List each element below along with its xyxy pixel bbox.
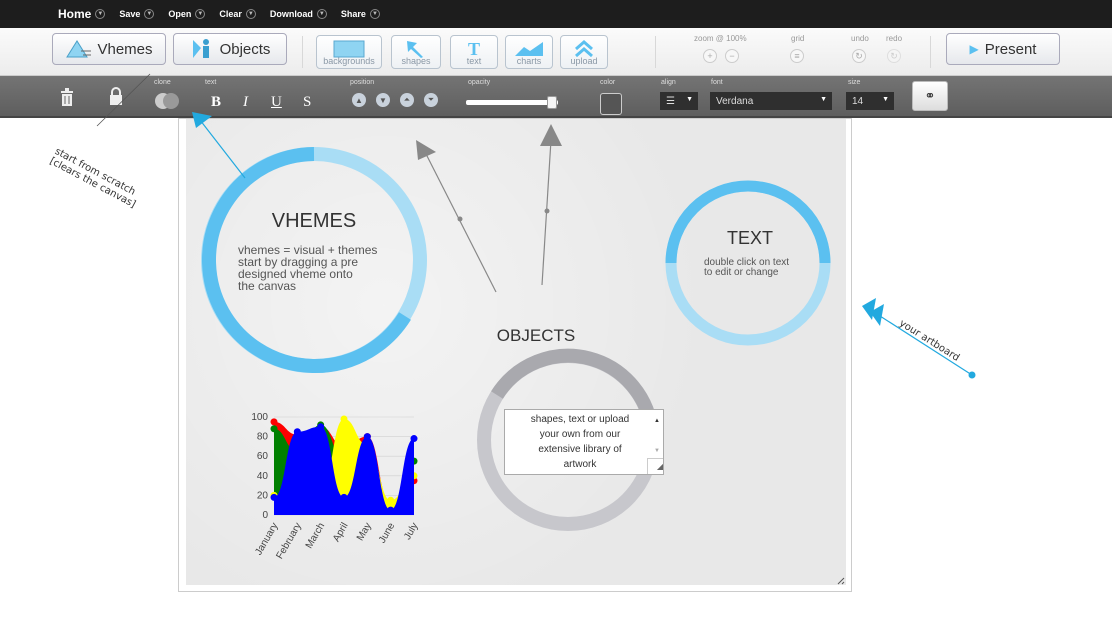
y-tick-label: 20 (257, 490, 269, 501)
arrow-handle[interactable] (544, 208, 550, 214)
vhemes-line: the canvas (238, 279, 297, 293)
annotation-arrow-icon (192, 112, 212, 128)
data-point[interactable] (410, 435, 418, 443)
y-tick-label: 60 (257, 451, 269, 462)
x-tick-label: April (331, 521, 351, 544)
text-description[interactable]: double click on text to edit or change (704, 258, 789, 278)
textbox-line: your own from our (539, 429, 621, 440)
annotation-line (199, 119, 246, 179)
y-tick-label: 0 (262, 510, 268, 521)
arrow-head (416, 140, 436, 160)
y-tick-label: 80 (257, 432, 269, 443)
data-point[interactable] (293, 428, 301, 436)
text-title[interactable]: TEXT (710, 228, 790, 249)
annotation-line (96, 73, 151, 127)
canvas-shapes (96, 73, 976, 585)
data-point[interactable] (363, 433, 371, 441)
text-line: to edit or change (704, 267, 779, 278)
scroll-up-icon[interactable]: ▲ (654, 414, 660, 429)
data-point[interactable] (270, 418, 278, 426)
x-tick-label: June (377, 521, 398, 546)
annotation-dot (968, 371, 976, 379)
textbox-line: artwork (563, 459, 597, 470)
resize-grip-icon[interactable]: ◢ (647, 458, 663, 474)
scroll-down-icon[interactable]: ▼ (654, 444, 660, 459)
data-point[interactable] (387, 496, 395, 504)
data-point[interactable] (340, 493, 348, 501)
text-ring-arc[interactable] (665, 180, 831, 264)
data-point[interactable] (317, 423, 325, 431)
vhemes-title[interactable]: VHEMES (264, 210, 364, 233)
y-tick-label: 100 (251, 412, 268, 423)
arrow-handle[interactable] (457, 216, 463, 222)
textbox-line: shapes, text or upload (530, 414, 630, 425)
objects-textarea[interactable]: shapes, text or upload your own from our… (504, 409, 664, 475)
data-point[interactable] (270, 425, 278, 433)
resize-handle-icon[interactable] (837, 577, 845, 585)
x-tick-label: July (402, 521, 420, 542)
y-tick-label: 40 (257, 471, 269, 482)
vhemes-description[interactable]: vhemes = visual + themes start by draggi… (238, 244, 377, 292)
data-point[interactable] (340, 415, 348, 423)
x-tick-label: March (304, 521, 327, 551)
textbox-line: extensive library of (538, 444, 622, 455)
area-chart[interactable]: 100806040200JanuaryFebruary March April May… (240, 405, 430, 570)
objects-title[interactable]: OBJECTS (486, 326, 586, 346)
data-point[interactable] (270, 493, 278, 501)
data-point[interactable] (387, 506, 395, 514)
arrow-head (540, 124, 562, 146)
x-tick-label: May (355, 521, 374, 543)
